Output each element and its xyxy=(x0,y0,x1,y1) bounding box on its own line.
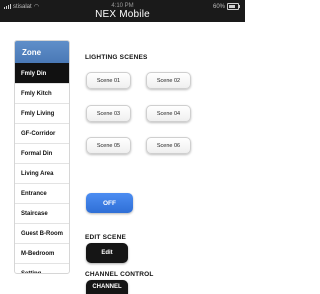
sidebar-item-living-area[interactable]: Living Area xyxy=(15,163,69,183)
sidebar-item-staircase[interactable]: Staircase xyxy=(15,203,69,223)
scene-01-button[interactable]: Scene 01 xyxy=(86,72,131,89)
sidebar-item-m-bedroom[interactable]: M-Bedroom xyxy=(15,243,69,263)
channel-control-title: CHANNEL CONTROL xyxy=(85,271,154,278)
sidebar-item-entrance[interactable]: Entrance xyxy=(15,183,69,203)
edit-button[interactable]: Edit xyxy=(86,243,128,263)
scene-04-button[interactable]: Scene 04 xyxy=(146,105,191,122)
lighting-scenes-title: LIGHTING SCENES xyxy=(85,54,148,61)
status-bar: stisalat ◠ 4:10 PM 60% NEX Mobile xyxy=(0,0,245,22)
off-button[interactable]: OFF xyxy=(86,193,133,213)
scene-05-button[interactable]: Scene 05 xyxy=(86,137,131,154)
sidebar-item-fmly-din[interactable]: Fmly Din xyxy=(15,63,69,83)
sidebar-item-setting[interactable]: Setting xyxy=(15,263,69,273)
sidebar-item-guest-b-room[interactable]: Guest B-Room xyxy=(15,223,69,243)
sidebar-item-formal-din[interactable]: Formal Din xyxy=(15,143,69,163)
app-title: NEX Mobile xyxy=(95,9,150,20)
sidebar-item-fmly-living[interactable]: Fmly Living xyxy=(15,103,69,123)
zone-header: Zone xyxy=(15,41,69,63)
channel-button[interactable]: CHANNEL xyxy=(86,280,128,294)
sidebar-item-gf-corridor[interactable]: GF-Corridor xyxy=(15,123,69,143)
scene-03-button[interactable]: Scene 03 xyxy=(86,105,131,122)
scene-02-button[interactable]: Scene 02 xyxy=(146,72,191,89)
zone-sidebar: Zone Fmly Din Fmly Kitch Fmly Living GF-… xyxy=(14,40,70,274)
sidebar-item-fmly-kitch[interactable]: Fmly Kitch xyxy=(15,83,69,103)
edit-scene-title: EDIT SCENE xyxy=(85,234,127,241)
scene-06-button[interactable]: Scene 06 xyxy=(146,137,191,154)
